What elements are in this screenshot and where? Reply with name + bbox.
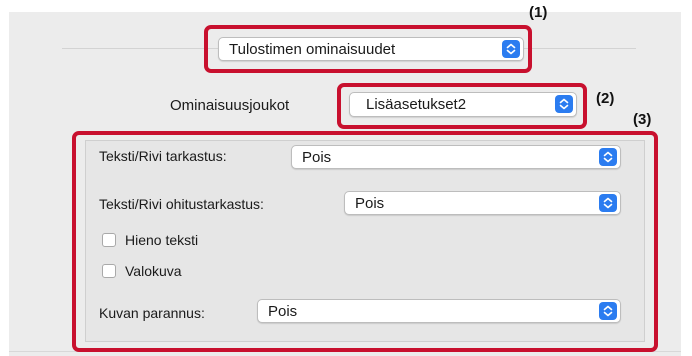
callout-label-2: (2): [596, 90, 615, 107]
callout-frame-1: [204, 25, 532, 73]
callout-frame-3: [72, 131, 658, 352]
callout-label-3: (3): [633, 111, 652, 128]
feature-sets-label: Ominaisuusjoukot: [170, 97, 290, 114]
callout-frame-2: [337, 83, 587, 129]
callout-label-1: (1): [529, 4, 548, 21]
